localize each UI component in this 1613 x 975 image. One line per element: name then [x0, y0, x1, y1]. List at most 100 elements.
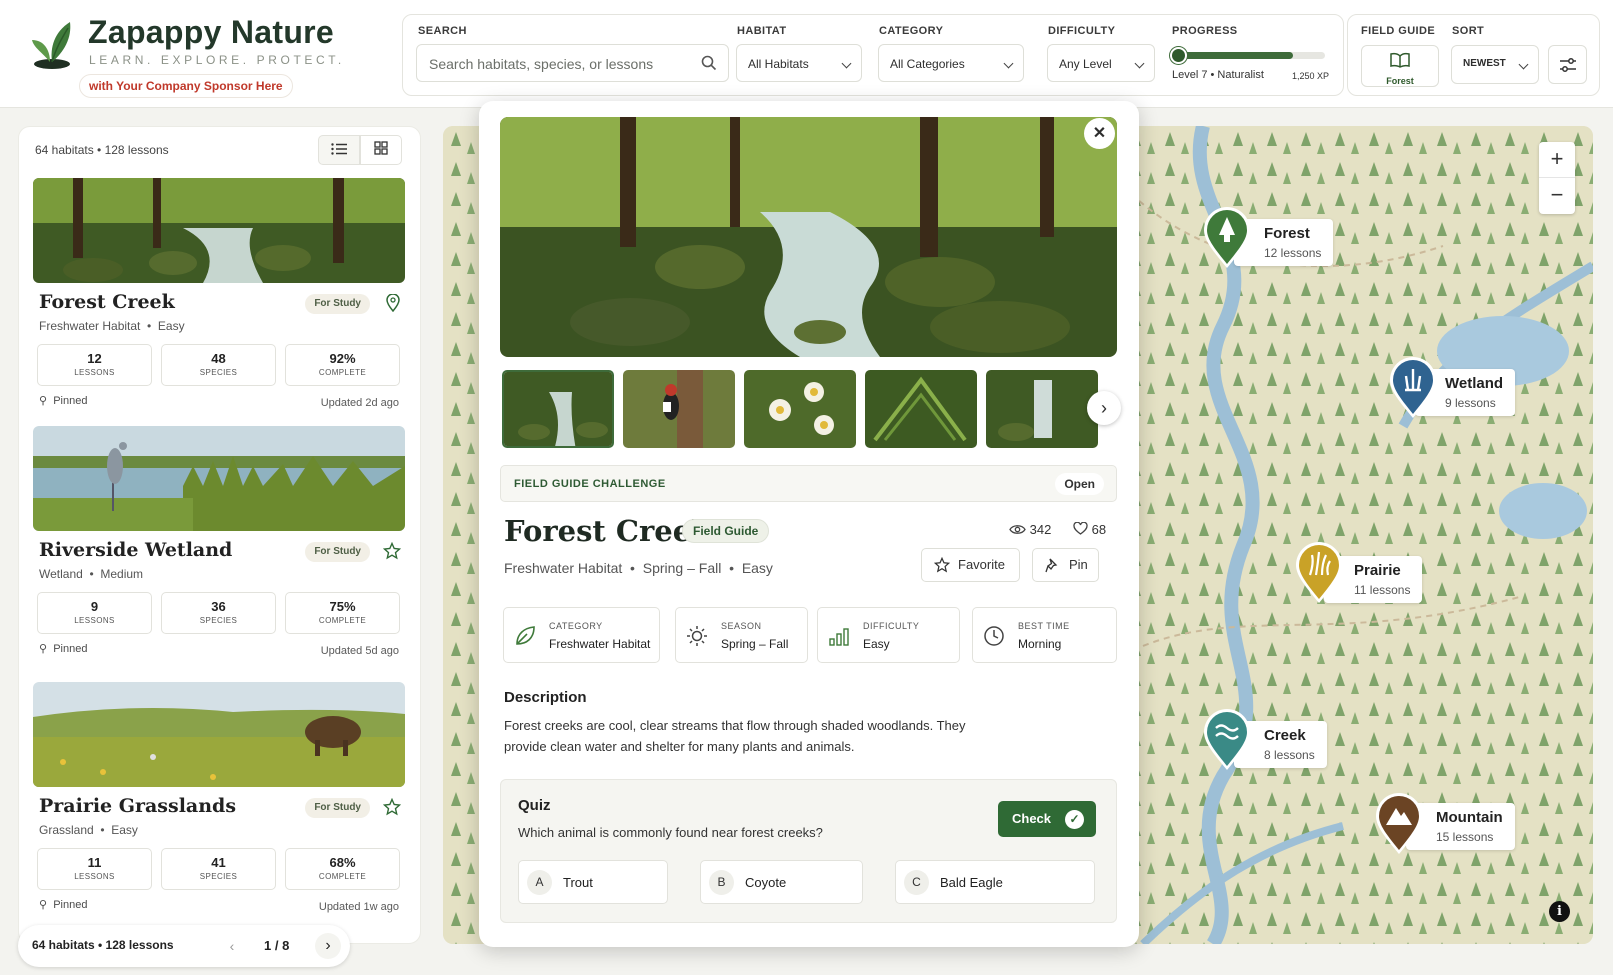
quiz-question: Which animal is commonly found near fore… [518, 825, 823, 840]
stat-value: 11 [87, 855, 102, 870]
option-text: Coyote [745, 875, 787, 890]
mountain-marker-icon[interactable] [1374, 792, 1424, 856]
pin-lessons: 9 lessons [1445, 396, 1496, 410]
list-view-button[interactable] [318, 135, 360, 165]
stat-label: COMPLETE [318, 616, 367, 625]
option-key: A [527, 870, 552, 895]
pager-summary: 64 habitats • 128 lessons [32, 938, 174, 952]
chevron-right-icon: › [325, 937, 331, 954]
search-label: SEARCH [418, 25, 467, 37]
stat-value: 9 [90, 599, 99, 614]
stat-value: 41 [211, 855, 226, 870]
pin-name: Mountain [1436, 809, 1503, 826]
sponsor-link[interactable]: with Your Company Sponsor Here [79, 74, 293, 98]
list-summary: 64 habitats • 128 lessons [35, 143, 169, 157]
card-habitat: Freshwater Habitat [39, 319, 141, 333]
gallery-thumb-woodpecker[interactable] [623, 370, 735, 448]
pin-name: Prairie [1354, 562, 1401, 579]
tree-marker-icon[interactable] [1202, 206, 1252, 270]
page-indicator: 1 / 8 [264, 938, 290, 953]
habitat-list-panel: 64 habitats • 128 lessons Forest Creek F… [18, 126, 421, 944]
pinned-toggle[interactable]: ⚲ Pinned [39, 642, 87, 655]
pin-icon: ⚲ [39, 899, 48, 911]
grid-view-button[interactable] [360, 135, 402, 165]
quiz-option-a[interactable]: A Trout [518, 860, 668, 904]
card-habitat: Grassland [39, 823, 94, 837]
info-icon[interactable]: i [1549, 901, 1570, 922]
gallery-thumb-waterfall[interactable] [986, 370, 1098, 448]
field-guide-tag: Field Guide [682, 519, 770, 543]
close-button[interactable]: ✕ [1084, 118, 1115, 149]
stat-value: 12 [87, 351, 102, 366]
quiz-option-c[interactable]: C Bald Eagle [895, 860, 1095, 904]
gallery-thumb-flowers[interactable] [744, 370, 856, 448]
option-text: Trout [563, 875, 593, 890]
stat-complete: 68% COMPLETE [285, 848, 400, 890]
pinned-label: Pinned [53, 395, 88, 407]
habitat-card[interactable]: Prairie Grasslands For Study Grassland •… [33, 682, 405, 927]
habitat-card[interactable]: Forest Creek For Study Freshwater Habita… [33, 178, 405, 423]
riverside-wetland-image [33, 426, 405, 531]
pinned-label: Pinned [53, 899, 88, 911]
search-input[interactable]: Search habitats, species, or lessons [416, 44, 729, 82]
next-page-button[interactable]: › [315, 933, 341, 959]
prev-page-button[interactable]: ‹ [219, 933, 245, 959]
stat-species: 36 SPECIES [161, 592, 276, 634]
pin-button[interactable]: Pin [1032, 548, 1099, 582]
field-guide-button[interactable]: Forest [1361, 45, 1439, 87]
card-title: Prairie Grasslands [39, 795, 237, 817]
water-marker-icon[interactable] [1202, 708, 1252, 772]
gallery-thumb-creek[interactable] [502, 370, 614, 448]
updated-text: Updated 1w ago [318, 901, 399, 913]
xp-text: 1,250 XP [1292, 71, 1330, 81]
habitat-card[interactable]: Riverside Wetland For Study Wetland • Me… [33, 426, 405, 671]
check-answer-button[interactable]: Check ✓ [998, 801, 1096, 837]
map-pin-icon[interactable] [385, 294, 401, 312]
gallery-next-button[interactable]: › [1087, 391, 1121, 425]
filter-settings-button[interactable] [1548, 45, 1587, 84]
grass-marker-icon[interactable] [1294, 541, 1344, 605]
pin-lessons: 12 lessons [1264, 246, 1322, 260]
card-title: Forest Creek [39, 291, 175, 313]
star-icon [934, 557, 950, 573]
reed-marker-icon[interactable] [1388, 356, 1438, 420]
sort-select-value: NEWEST [1463, 58, 1506, 69]
habitat-select[interactable]: All Habitats [736, 44, 862, 82]
star-icon[interactable] [383, 798, 401, 816]
favorite-button[interactable]: Favorite [921, 548, 1020, 582]
info-label: BEST TIME [1018, 621, 1070, 631]
star-icon[interactable] [383, 542, 401, 560]
gallery-thumb-ferns[interactable] [865, 370, 977, 448]
heart-icon[interactable] [1073, 521, 1088, 535]
quiz-option-b[interactable]: B Coyote [700, 860, 863, 904]
info-card-difficulty: DIFFICULTY Easy [817, 607, 960, 663]
detail-subtitle: Freshwater Habitat • Spring – Fall • Eas… [504, 560, 773, 576]
checkmark-icon: ✓ [1065, 810, 1084, 829]
info-value: Spring – Fall [721, 637, 789, 651]
pin-lessons: 15 lessons [1436, 830, 1494, 844]
grid-icon [374, 141, 388, 155]
quiz-heading: Quiz [518, 797, 551, 814]
sort-select[interactable]: NEWEST [1451, 45, 1539, 84]
zoom-in-button[interactable]: + [1539, 142, 1575, 178]
pinned-toggle[interactable]: ⚲ Pinned [39, 394, 87, 407]
category-select[interactable]: All Categories [878, 44, 1024, 82]
pin-icon: ⚲ [39, 395, 48, 407]
signal-bars-icon [829, 628, 849, 646]
sort-label: SORT [1452, 25, 1485, 37]
stat-value: 48 [211, 351, 226, 366]
info-card-best-time: BEST TIME Morning [972, 607, 1117, 663]
info-card-category: CATEGORY Freshwater Habitat [503, 607, 660, 663]
stat-label: SPECIES [199, 616, 238, 625]
difficulty-label: DIFFICULTY [1048, 25, 1116, 37]
stat-label: SPECIES [199, 368, 238, 377]
difficulty-select[interactable]: Any Level [1047, 44, 1155, 82]
forest-creek-image [33, 178, 405, 283]
leaf-icon [516, 626, 535, 645]
challenge-banner: FIELD GUIDE CHALLENGE Open [500, 465, 1117, 502]
zoom-out-button[interactable]: − [1539, 178, 1575, 214]
description-text: Forest creeks are cool, clear streams th… [504, 718, 966, 754]
pinned-toggle[interactable]: ⚲ Pinned [39, 898, 87, 911]
stat-label: COMPLETE [318, 368, 367, 377]
stat-value: 68% [329, 855, 356, 870]
